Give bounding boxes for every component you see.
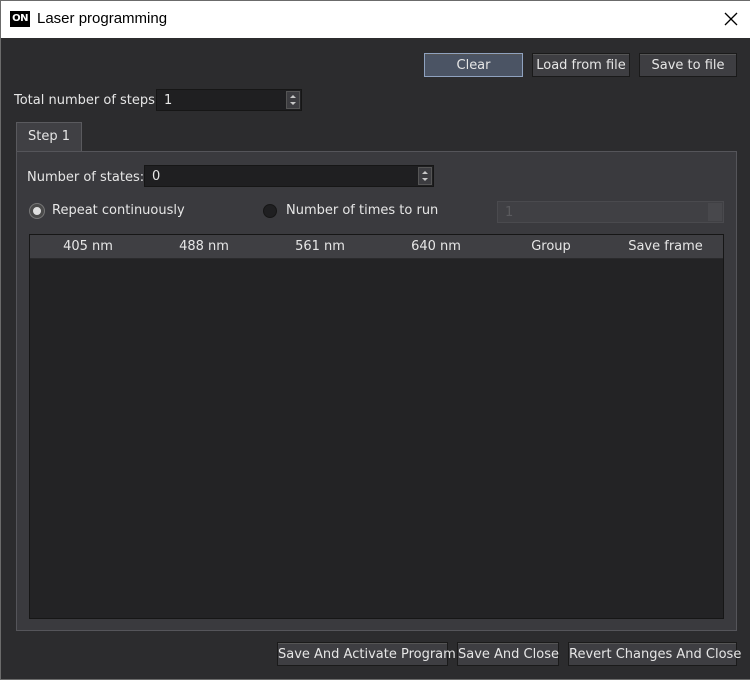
states-label: Number of states:: [27, 170, 145, 185]
close-button[interactable]: [713, 4, 749, 34]
close-icon: [724, 12, 738, 26]
states-value: 0: [152, 169, 161, 184]
total-steps-spinbox[interactable]: 1: [156, 89, 302, 111]
save-and-close-button[interactable]: Save And Close: [457, 642, 559, 666]
spin-arrows-icon[interactable]: [418, 167, 432, 185]
times-to-run-value: 1: [505, 205, 514, 220]
app-logo-icon: ON: [10, 11, 30, 27]
states-spinbox[interactable]: 0: [144, 165, 434, 187]
clear-button[interactable]: Clear: [424, 53, 523, 77]
tab-step-1[interactable]: Step 1: [16, 122, 82, 152]
laser-states-table[interactable]: 405 nm 488 nm 561 nm 640 nm Group Save f…: [29, 234, 724, 619]
table-header: 405 nm 488 nm 561 nm 640 nm Group Save f…: [30, 235, 723, 259]
column-header-group[interactable]: Group: [494, 235, 608, 258]
save-to-file-button[interactable]: Save to file: [639, 53, 737, 77]
column-header-405[interactable]: 405 nm: [30, 235, 146, 258]
load-from-file-button[interactable]: Load from file: [532, 53, 630, 77]
column-header-488[interactable]: 488 nm: [146, 235, 262, 258]
save-and-activate-button[interactable]: Save And Activate Program: [277, 642, 456, 666]
total-steps-value: 1: [164, 93, 173, 108]
column-header-561[interactable]: 561 nm: [262, 235, 378, 258]
times-to-run-spinbox: 1: [497, 201, 724, 223]
title-bar: ON Laser programming: [1, 1, 750, 38]
total-steps-label: Total number of steps:: [14, 93, 160, 108]
column-header-save-frame[interactable]: Save frame: [608, 235, 723, 258]
revert-and-close-button[interactable]: Revert Changes And Close: [568, 642, 741, 666]
spin-arrows-icon[interactable]: [286, 91, 300, 109]
times-to-run-label: Number of times to run: [286, 203, 439, 218]
laser-programming-dialog: ON Laser programming Clear Load from fil…: [0, 0, 750, 680]
column-header-640[interactable]: 640 nm: [378, 235, 494, 258]
spin-arrows-icon: [708, 203, 722, 221]
repeat-continuously-radio[interactable]: [30, 204, 44, 218]
window-title: Laser programming: [37, 10, 168, 27]
repeat-continuously-label: Repeat continuously: [52, 203, 185, 218]
times-to-run-radio[interactable]: [263, 204, 277, 218]
